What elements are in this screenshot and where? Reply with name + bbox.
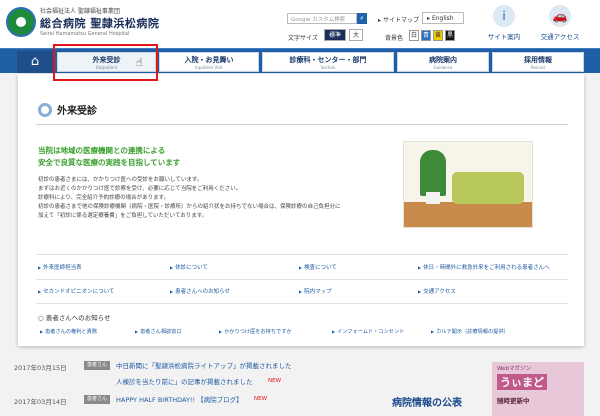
outpatient-mega-menu: 外来受診 当院は地域の医療機関との連携による 安全で良質な医療の実践を目指してい… [18, 74, 584, 346]
circle-icon [38, 102, 52, 117]
font-size-label: 文字サイズ [288, 35, 318, 42]
webmagazine-banner[interactable]: Webマガジン うぃまど 随時更新中 [492, 362, 584, 416]
logo-text: 社会福祉法人 聖隷福祉事業団 総合病院 聖隷浜松病院 Seirei Hamama… [40, 6, 159, 37]
disclosure-banner[interactable]: 病院情報の公表 [392, 394, 462, 409]
info-icon: i [493, 5, 515, 27]
divider [36, 254, 568, 255]
nav-sublabel: Section [320, 65, 336, 70]
panel-title-text: 外来受診 [57, 106, 97, 117]
search-icon: ⌕ [360, 14, 364, 22]
bg-blue-button[interactable]: 青 [421, 30, 431, 41]
notice-link[interactable]: インフォームド・コンセント [332, 328, 404, 335]
nav-label: 入院・お見舞い [184, 56, 234, 64]
nav-label: 採用情報 [524, 56, 552, 64]
font-size-large-button[interactable]: 大 [349, 29, 363, 41]
link-exams[interactable]: 検査について [299, 263, 337, 271]
body-line: 診療科により、完全紹介予約診療の場合があります。 [38, 195, 170, 201]
nav-label: 病院案内 [429, 56, 457, 64]
hospital-name-en: Seirei Hamamatsu General Hospital [40, 31, 130, 37]
news-link[interactable]: 人棟診を当たり前に」の記事が掲載されました [116, 376, 253, 386]
body-line: 初診の患者さまには、かかりつけ医への受診をお願いしています。 [38, 177, 203, 183]
nav-label: 診療科・センター・部門 [289, 56, 367, 64]
arrow-icon: ▸ [378, 17, 382, 24]
english-label: English [431, 15, 454, 22]
home-icon: ⌂ [30, 54, 40, 69]
car-icon: 🚗 [549, 5, 571, 27]
search-input[interactable]: Google カスタム検索 [287, 13, 357, 24]
webmag-sub: 随時更新中 [497, 397, 530, 405]
webmag-label: Webマガジン [497, 366, 531, 372]
site-guide-link[interactable]: i サイト案内 [478, 5, 530, 41]
nav-sublabel: Recruit [530, 65, 546, 70]
nav-recruit[interactable]: 採用情報 Recruit [492, 52, 584, 72]
access-link[interactable]: 🚗 交通アクセス [534, 5, 586, 41]
logo-emblem-icon [6, 6, 36, 37]
arrow-icon: ▸ [427, 15, 431, 22]
nav-sublabel: Inpatient Visit [195, 65, 223, 70]
bg-yellow-button[interactable]: 黄 [433, 30, 443, 41]
hand-cursor-icon: ☝ [136, 56, 143, 69]
sitemap-link[interactable]: ▸ サイトマップ [378, 15, 419, 24]
access-label: 交通アクセス [540, 33, 580, 41]
divider [36, 279, 568, 280]
new-badge: NEW [254, 396, 268, 402]
link-emergency[interactable]: 休日・時間外に救急外来をご利用される患者さんへ [418, 263, 568, 271]
body-line: 加えて「初診に係る選定療養費」をご負担していただいております。 [38, 213, 208, 219]
panel-title: 外来受診 [38, 102, 97, 117]
news-link[interactable]: HAPPY HALF BIRTHDAY!! 【病院ブログ】 [116, 394, 243, 404]
news-date: 2017年03月14日 [14, 398, 67, 406]
news-tag: 患者さん [84, 361, 110, 370]
site-header: 社会福祉法人 聖隷福祉事業団 総合病院 聖隷浜松病院 Seirei Hamama… [0, 0, 600, 48]
body-line: まずはお近くのかかりつけ医で診察を受け、必要に応じて当院をご利用ください。 [38, 186, 242, 192]
waiting-room-photo [403, 141, 533, 228]
lead-line-1: 当院は地域の医療機関との連携による [38, 146, 166, 155]
search-button[interactable]: ⌕ [357, 13, 367, 24]
bg-white-button[interactable]: 白 [409, 30, 419, 41]
home-button[interactable]: ⌂ [17, 51, 53, 73]
webmag-title: うぃまど [497, 374, 547, 390]
bg-black-button[interactable]: 黒 [445, 30, 455, 41]
notice-link[interactable]: かかりつけ医をお持ちですか [219, 328, 292, 335]
body-line: 初診の患者さまで他の保険診療機関（病院・医院・診療所）からの紹介状をお持ちでない… [38, 204, 341, 210]
link-closures[interactable]: 休診について [170, 263, 208, 271]
english-link[interactable]: ▸ English [422, 12, 464, 24]
site-guide-label: サイト案内 [487, 33, 521, 41]
plant-image [420, 150, 446, 196]
hospital-logo[interactable]: 社会福祉法人 聖隷福祉事業団 総合病院 聖隷浜松病院 Seirei Hamama… [6, 6, 159, 37]
bg-color-label: 背景色 [385, 35, 404, 42]
lead-line-2: 安全で良質な医療の実践を目指しています [38, 158, 181, 167]
notice-link[interactable]: カルテ開示（診療情報の提供） [431, 328, 509, 335]
link-patient-notices[interactable]: 患者さんへのお知らせ [170, 287, 230, 295]
nav-section[interactable]: 診療科・センター・部門 Section [262, 52, 394, 72]
sofa-image [452, 172, 524, 204]
divider [36, 303, 568, 304]
news-tag: 患者さん [84, 395, 110, 404]
link-access[interactable]: 交通アクセス [418, 287, 456, 295]
link-outpatient-schedule[interactable]: 外来医師担当表 [38, 263, 82, 271]
link-hospital-map[interactable]: 院内マップ [299, 287, 332, 295]
notice-heading: ○ 患者さんへのお知らせ [38, 312, 111, 322]
nav-inpatient[interactable]: 入院・お見舞い Inpatient Visit [159, 52, 259, 72]
link-second-opinion[interactable]: セカンドオピニオンについて [38, 287, 114, 295]
title-divider [36, 124, 568, 125]
bullet-circle-icon: ○ [38, 314, 44, 322]
notice-link[interactable]: 患者さん相談窓口 [135, 328, 182, 335]
news-date: 2017年03月15日 [14, 364, 67, 372]
nav-guidance[interactable]: 病院案内 Guidance [397, 52, 489, 72]
hospital-name: 総合病院 聖隷浜松病院 [40, 17, 160, 30]
news-link[interactable]: 中日新聞に「聖隷浜松病院ライトアップ」が掲載されました [116, 360, 292, 370]
nav-sublabel: Guidance [433, 65, 453, 70]
org-line: 社会福祉法人 聖隷福祉事業団 [40, 8, 120, 15]
font-size-standard-button[interactable]: 標準 [324, 29, 346, 41]
notice-heading-text: 患者さんへのお知らせ [45, 314, 111, 322]
sitemap-label: サイトマップ [382, 17, 419, 24]
new-badge: NEW [268, 378, 282, 384]
notice-link[interactable]: 患者さんの権利と責務 [40, 328, 97, 335]
